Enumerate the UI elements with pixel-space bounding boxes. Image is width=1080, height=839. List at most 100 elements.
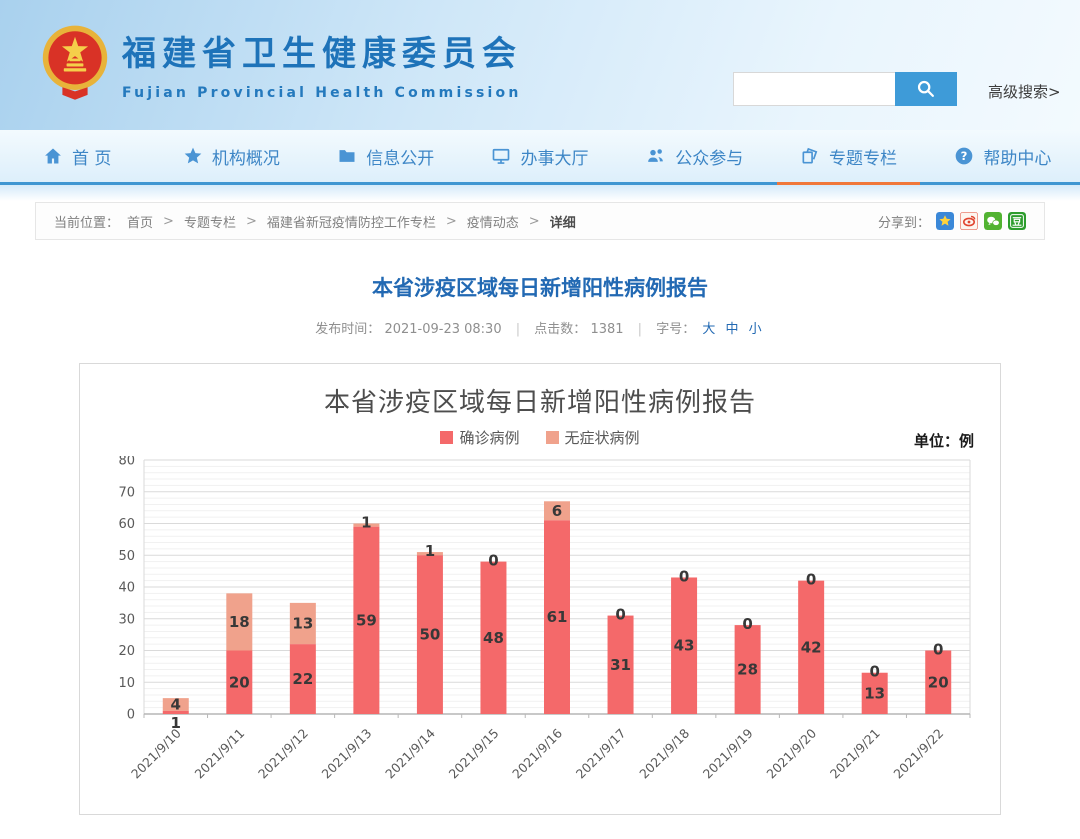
breadcrumb-separator: > xyxy=(246,214,257,229)
legend-swatch xyxy=(440,431,453,444)
bar-value-label: 43 xyxy=(674,637,695,655)
nav-item-about[interactable]: 机构概况 xyxy=(154,130,308,182)
chart-unit-label: 单位：例 xyxy=(914,430,974,451)
page-title: 本省涉疫区域每日新增阳性病例报告 xyxy=(0,272,1080,302)
bar-value-label: 0 xyxy=(742,615,752,633)
y-axis-tick-label: 40 xyxy=(118,581,135,596)
bar-value-label: 61 xyxy=(547,608,568,626)
bar-value-label: 0 xyxy=(806,571,816,589)
bar-value-label: 20 xyxy=(928,673,949,691)
x-axis-tick-label: 2021/9/15 xyxy=(446,726,502,782)
breadcrumb-bar: 当前位置： 首页>专题专栏>福建省新冠疫情防控工作专栏>疫情动态>详细 分享到：… xyxy=(35,202,1045,240)
bar-value-label: 42 xyxy=(801,638,822,656)
meta-separator: | xyxy=(638,322,642,337)
nav-gradient-strip xyxy=(0,185,1080,201)
nav-item-special[interactable]: 专题专栏 xyxy=(771,130,925,182)
bar-value-label: 59 xyxy=(356,611,377,629)
bar-chart: 01020304050607080142021/9/1020182021/9/1… xyxy=(94,456,986,800)
nav-item-home[interactable]: 首 页 xyxy=(0,130,154,182)
bar-value-label: 0 xyxy=(679,567,689,585)
bar-value-label: 4 xyxy=(171,695,181,713)
bar-value-label: 31 xyxy=(610,656,631,674)
douban-share-icon[interactable]: 豆 xyxy=(1008,212,1026,230)
chart-legend: 确诊病例无症状病例 xyxy=(80,427,1000,448)
x-axis-tick-label: 2021/9/20 xyxy=(763,725,819,781)
nav-item-public[interactable]: 公众参与 xyxy=(617,130,771,182)
bar-value-label: 20 xyxy=(229,673,250,691)
x-axis-tick-label: 2021/9/19 xyxy=(700,725,756,781)
legend-swatch xyxy=(546,431,559,444)
bar-value-label: 1 xyxy=(425,542,435,560)
y-axis-tick-label: 70 xyxy=(118,485,135,500)
nav-item-label: 办事大厅 xyxy=(520,144,588,169)
search-input[interactable] xyxy=(733,72,895,106)
nav-item-info[interactable]: 信息公开 xyxy=(309,130,463,182)
legend-item: 无症状病例 xyxy=(546,427,640,448)
y-axis-tick-label: 30 xyxy=(118,612,135,627)
y-axis-tick-label: 0 xyxy=(127,708,135,723)
folder-icon xyxy=(337,146,357,166)
home-icon xyxy=(43,146,63,166)
x-axis-tick-label: 2021/9/11 xyxy=(192,726,248,782)
share-bar: 分享到： 豆 xyxy=(878,212,1026,231)
fontsize-large[interactable]: 大 xyxy=(702,322,715,337)
x-axis-tick-label: 2021/9/22 xyxy=(890,726,946,782)
publish-time: 2021-09-23 08:30 xyxy=(384,322,501,337)
bar-value-label: 13 xyxy=(864,684,885,702)
nav-item-label: 公众参与 xyxy=(675,144,743,169)
y-axis-tick-label: 80 xyxy=(118,456,135,469)
fontsize-label: 字号： xyxy=(656,322,695,337)
pages-icon xyxy=(800,146,820,166)
svg-text:?: ? xyxy=(961,149,968,163)
breadcrumb-link[interactable]: 专题专栏 xyxy=(184,212,236,231)
x-axis-tick-label: 2021/9/12 xyxy=(255,726,311,782)
x-axis-tick-label: 2021/9/21 xyxy=(827,726,883,782)
nav-item-label: 专题专栏 xyxy=(829,144,897,169)
bar-value-label: 0 xyxy=(933,641,943,659)
legend-label: 无症状病例 xyxy=(565,427,640,448)
fontsize-medium[interactable]: 中 xyxy=(726,322,739,337)
bar-value-label: 1 xyxy=(361,514,371,532)
question-icon: ? xyxy=(954,146,974,166)
breadcrumb-link[interactable]: 首页 xyxy=(127,212,153,231)
svg-text:豆: 豆 xyxy=(1012,217,1022,228)
y-axis-tick-label: 60 xyxy=(118,517,135,532)
y-axis-tick-label: 50 xyxy=(118,549,135,564)
advanced-search-link[interactable]: 高级搜索> xyxy=(988,81,1061,102)
qzone-share-icon[interactable] xyxy=(936,212,954,230)
weibo-share-icon[interactable] xyxy=(960,212,978,230)
breadcrumb-separator: > xyxy=(163,214,174,229)
x-axis-tick-label: 2021/9/14 xyxy=(382,725,438,781)
nav-item-help[interactable]: ?帮助中心 xyxy=(926,130,1080,182)
bar-value-label: 50 xyxy=(419,626,440,644)
breadcrumb-separator: > xyxy=(446,214,457,229)
bar-value-label: 13 xyxy=(292,615,313,633)
meta-separator: | xyxy=(516,322,520,337)
bar-value-label: 0 xyxy=(869,663,879,681)
bar-value-label: 48 xyxy=(483,629,504,647)
y-axis-tick-label: 20 xyxy=(118,644,135,659)
breadcrumb-link[interactable]: 福建省新冠疫情防控工作专栏 xyxy=(267,212,436,231)
nav-item-service[interactable]: 办事大厅 xyxy=(463,130,617,182)
x-axis-tick-label: 2021/9/16 xyxy=(509,725,565,781)
main-nav: 首 页 机构概况 信息公开 办事大厅 公众参与 专题专栏 ?帮助中心 xyxy=(0,130,1080,185)
share-label: 分享到： xyxy=(878,212,930,231)
chart-title: 本省涉疫区域每日新增阳性病例报告 xyxy=(80,382,1000,419)
wechat-share-icon[interactable] xyxy=(984,212,1002,230)
bar-value-label: 18 xyxy=(229,613,250,631)
site-subtitle: Fujian Provincial Health Commission xyxy=(122,85,522,101)
search-button[interactable] xyxy=(895,72,957,106)
breadcrumb-label: 当前位置： xyxy=(54,212,119,231)
x-axis-tick-label: 2021/9/17 xyxy=(573,726,629,782)
nav-item-label: 信息公开 xyxy=(366,144,434,169)
fontsize-small[interactable]: 小 xyxy=(749,322,762,337)
hits-count: 1381 xyxy=(590,322,623,337)
publish-label: 发布时间： xyxy=(315,322,380,337)
monitor-icon xyxy=(491,146,511,166)
bar-value-label: 22 xyxy=(292,670,313,688)
breadcrumb-current: 详细 xyxy=(550,212,576,231)
nav-item-label: 首 页 xyxy=(72,144,111,169)
chart-card: 本省涉疫区域每日新增阳性病例报告 确诊病例无症状病例 单位：例 01020304… xyxy=(79,363,1001,815)
nav-item-label: 机构概况 xyxy=(212,144,280,169)
breadcrumb-link[interactable]: 疫情动态 xyxy=(467,212,519,231)
